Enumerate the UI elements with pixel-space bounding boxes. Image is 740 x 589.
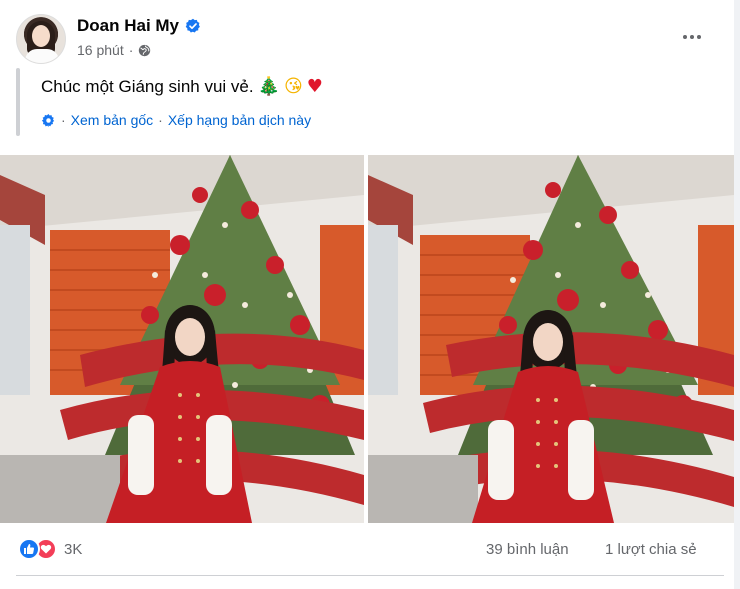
footer-divider bbox=[16, 575, 724, 576]
gear-icon bbox=[41, 113, 55, 127]
more-options-icon[interactable] bbox=[674, 22, 710, 52]
like-icon bbox=[18, 538, 40, 560]
reaction-count: 3K bbox=[64, 540, 83, 558]
photo-1-image bbox=[0, 155, 364, 523]
more-dot bbox=[683, 35, 687, 39]
more-dot bbox=[697, 35, 701, 39]
author-name[interactable]: Doan Hai My bbox=[77, 16, 179, 36]
avatar-face bbox=[32, 25, 50, 47]
rate-translation-link[interactable]: Xếp hạng bản dịch này bbox=[168, 112, 311, 128]
translation-separator: · bbox=[61, 112, 66, 128]
shares-count-link[interactable]: 1 lượt chia sẻ bbox=[605, 541, 697, 558]
post-timestamp[interactable]: 16 phút bbox=[77, 42, 124, 58]
globe-icon[interactable] bbox=[138, 44, 151, 57]
love-heart-glyph bbox=[40, 544, 52, 554]
translation-separator: · bbox=[158, 112, 163, 128]
comments-count-link[interactable]: 39 bình luận bbox=[486, 541, 569, 558]
post-photo-2[interactable] bbox=[368, 155, 734, 523]
post-message-text: Chúc một Giáng sinh vui vẻ. bbox=[41, 77, 254, 96]
post-meta: 16 phút · bbox=[77, 42, 151, 58]
post-message: Chúc một Giáng sinh vui vẻ. 🎄 😘 ♥ bbox=[41, 77, 323, 97]
verified-badge-icon bbox=[185, 18, 200, 33]
view-original-link[interactable]: Xem bản gốc bbox=[71, 112, 154, 128]
meta-separator: · bbox=[128, 42, 134, 58]
christmas-tree-emoji: 🎄 bbox=[257, 76, 281, 97]
author-row: Doan Hai My bbox=[77, 16, 201, 36]
like-thumb-glyph bbox=[24, 544, 35, 554]
reaction-summary[interactable]: 3K bbox=[18, 538, 82, 560]
post-card: Doan Hai My 16 phút · Chúc một Giáng sin… bbox=[0, 0, 740, 589]
author-avatar[interactable] bbox=[16, 14, 66, 64]
avatar-shirt bbox=[25, 49, 59, 63]
translation-row: · Xem bản gốc · Xếp hạng bản dịch này bbox=[41, 112, 311, 128]
translation-quote-bar bbox=[16, 68, 20, 136]
photo-2-image bbox=[368, 155, 734, 523]
post-photo-1[interactable] bbox=[0, 155, 364, 523]
red-heart-emoji: ♥ bbox=[306, 76, 323, 97]
page-background-edge bbox=[734, 0, 740, 589]
more-dot bbox=[690, 35, 694, 39]
kissing-face-emoji: 😘 bbox=[284, 76, 303, 97]
